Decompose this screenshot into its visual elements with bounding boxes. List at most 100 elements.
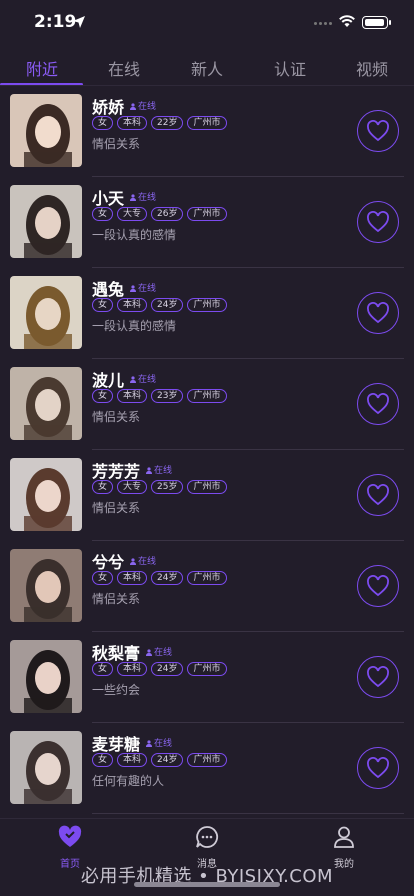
online-label: 在线 (154, 739, 173, 749)
online-status: 在线 (146, 645, 172, 658)
user-name: 小天 (92, 189, 125, 208)
user-photo (10, 276, 82, 349)
user-avatar[interactable] (10, 549, 82, 622)
user-avatar[interactable] (10, 731, 82, 804)
online-label: 在线 (154, 648, 173, 658)
like-button[interactable] (357, 474, 399, 516)
user-tag: 本科 (117, 389, 148, 403)
user-tag: 22岁 (151, 116, 184, 130)
user-row[interactable]: 兮兮 在线 女本科 24岁 广州市 情侣关系 (0, 541, 414, 632)
location-arrow-icon (73, 16, 85, 28)
user-tags: 女本科 24岁 广州市 (92, 753, 227, 767)
user-name: 遇兔 (92, 280, 125, 299)
user-tag: 广州市 (187, 298, 227, 312)
online-label: 在线 (138, 375, 157, 385)
user-tags: 女本科 24岁 广州市 (92, 571, 227, 585)
user-avatar[interactable] (10, 367, 82, 440)
user-tag: 24岁 (151, 298, 184, 312)
heart-icon (367, 120, 389, 142)
user-row[interactable]: 波儿 在线 女本科 23岁 广州市 情侣关系 (0, 359, 414, 450)
like-button[interactable] (357, 747, 399, 789)
user-tag: 广州市 (187, 389, 227, 403)
user-tag: 24岁 (151, 571, 184, 585)
online-status: 在线 (130, 190, 156, 203)
user-tag: 女 (92, 571, 114, 585)
user-tag: 女 (92, 662, 114, 676)
user-tag: 女 (92, 480, 114, 494)
user-tags: 女大专 26岁 广州市 (92, 207, 227, 221)
user-photo (10, 94, 82, 167)
user-row[interactable]: 麦芽糖 在线 女本科 24岁 广州市 任何有趣的人 (0, 723, 414, 814)
user-relationship-goal: 一段认真的感情 (92, 319, 177, 333)
user-relationship-goal: 任何有趣的人 (92, 774, 165, 788)
user-row[interactable]: 秋梨膏 在线 女本科 24岁 广州市 一些约会 (0, 632, 414, 723)
like-button[interactable] (357, 110, 399, 152)
user-avatar[interactable] (10, 185, 82, 258)
user-row[interactable]: 芳芳芳 在线 女大专 25岁 广州市 情侣关系 (0, 450, 414, 541)
user-name: 秋梨膏 (92, 644, 141, 663)
like-button[interactable] (357, 383, 399, 425)
user-tag: 25岁 (151, 480, 184, 494)
like-button[interactable] (357, 201, 399, 243)
online-person-icon (130, 376, 137, 383)
online-person-icon (130, 103, 137, 110)
heart-icon (367, 484, 389, 506)
user-photo (10, 731, 82, 804)
online-status: 在线 (130, 372, 156, 385)
user-photo (10, 640, 82, 713)
user-tag: 本科 (117, 662, 148, 676)
heart-icon (367, 393, 389, 415)
user-row[interactable]: 娇娇 在线 女本科 22岁 广州市 情侣关系 (0, 86, 414, 177)
tab-verified[interactable]: 认证 (260, 56, 320, 80)
user-relationship-goal: 情侣关系 (92, 501, 141, 515)
tab-nearby[interactable]: 附近 (12, 56, 72, 80)
online-label: 在线 (138, 557, 157, 567)
online-person-icon (146, 740, 153, 747)
user-avatar[interactable] (10, 94, 82, 167)
user-tag: 女 (92, 116, 114, 130)
user-tag: 本科 (117, 298, 148, 312)
user-tag: 本科 (117, 753, 148, 767)
online-status: 在线 (146, 463, 172, 476)
user-tag: 24岁 (151, 753, 184, 767)
like-button[interactable] (357, 565, 399, 607)
user-tag: 大专 (117, 207, 148, 221)
heart-icon (367, 302, 389, 324)
user-tag: 女 (92, 389, 114, 403)
user-tags: 女本科 23岁 广州市 (92, 389, 227, 403)
heart-icon (367, 211, 389, 233)
user-photo (10, 549, 82, 622)
like-button[interactable] (357, 656, 399, 698)
user-tag: 广州市 (187, 207, 227, 221)
tab-video[interactable]: 视频 (342, 56, 402, 80)
user-row[interactable]: 小天 在线 女大专 26岁 广州市 一段认真的感情 (0, 177, 414, 268)
user-avatar[interactable] (10, 458, 82, 531)
user-photo (10, 367, 82, 440)
like-button[interactable] (357, 292, 399, 334)
online-status: 在线 (130, 554, 156, 567)
online-person-icon (146, 649, 153, 656)
online-label: 在线 (138, 284, 157, 294)
user-name: 波儿 (92, 371, 125, 390)
user-tag: 本科 (117, 116, 148, 130)
online-status: 在线 (146, 736, 172, 749)
wifi-icon (339, 15, 355, 27)
user-row[interactable]: 遇兔 在线 女本科 24岁 广州市 一段认真的感情 (0, 268, 414, 359)
online-person-icon (130, 558, 137, 565)
user-tags: 女本科 22岁 广州市 (92, 116, 227, 130)
battery-icon (362, 16, 391, 29)
user-photo (10, 185, 82, 258)
user-name: 娇娇 (92, 98, 125, 117)
online-status: 在线 (130, 99, 156, 112)
status-time: 2:19 (34, 12, 77, 32)
user-avatar[interactable] (10, 640, 82, 713)
tab-online[interactable]: 在线 (94, 56, 154, 80)
user-tag: 26岁 (151, 207, 184, 221)
row-divider (92, 813, 404, 814)
user-tags: 女本科 24岁 广州市 (92, 662, 227, 676)
user-avatar[interactable] (10, 276, 82, 349)
user-relationship-goal: 情侣关系 (92, 410, 141, 424)
user-photo (10, 458, 82, 531)
tab-new[interactable]: 新人 (177, 56, 237, 80)
home-indicator (134, 882, 280, 887)
